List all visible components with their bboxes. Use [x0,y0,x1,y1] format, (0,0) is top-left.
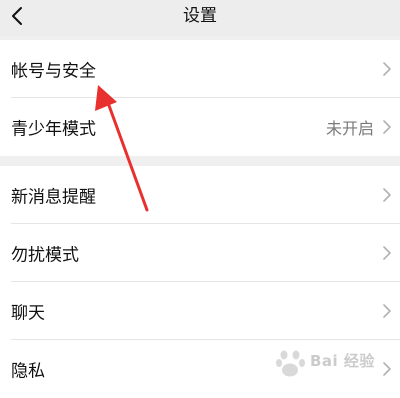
watermark: Bai 经验 [274,346,394,380]
chevron-right-icon [383,120,391,134]
settings-item-account-security[interactable]: 帐号与安全 [0,40,400,98]
settings-item-chat[interactable]: 聊天 [0,282,400,340]
chevron-right-icon [383,246,391,260]
settings-item-new-message-alert[interactable]: 新消息提醒 [0,166,400,224]
watermark-text: Bai 经验 [310,352,375,370]
settings-item-do-not-disturb[interactable]: 勿扰模式 [0,224,400,282]
settings-item-label: 青少年模式 [11,119,96,140]
settings-item-label: 勿扰模式 [11,245,79,266]
paw-logo-icon [276,350,305,377]
settings-item-label: 聊天 [11,303,45,324]
settings-item-label: 新消息提醒 [11,187,96,208]
chevron-right-icon [383,62,391,76]
settings-item-label: 帐号与安全 [11,61,96,82]
settings-group-account: 帐号与安全 青少年模式 未开启 [0,40,400,156]
page-title: 设置 [183,6,217,26]
teen-mode-status: 未开启 [325,119,374,138]
chevron-right-icon [383,304,391,318]
settings-item-teen-mode[interactable]: 青少年模式 未开启 [0,98,400,156]
chevron-right-icon [383,188,391,202]
settings-item-label: 隐私 [11,361,45,382]
nav-bar: 设置 [0,0,400,36]
